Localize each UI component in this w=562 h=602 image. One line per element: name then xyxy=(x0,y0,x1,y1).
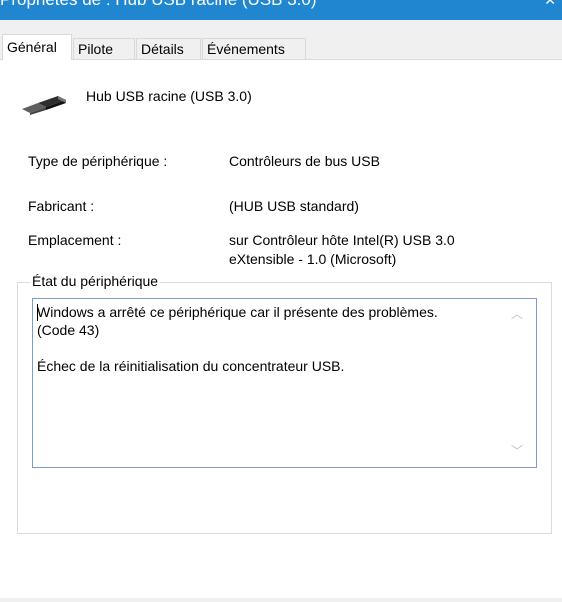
device-status-title: État du périphérique xyxy=(30,273,161,289)
tab-details[interactable]: Détails xyxy=(136,38,201,59)
tab-evenements[interactable]: Événements xyxy=(202,38,306,59)
manufacturer-value: (HUB USB standard) xyxy=(229,198,359,214)
scroll-up-icon[interactable]: ︿ xyxy=(511,305,523,322)
device-status-text[interactable]: Windows a arrêté ce périphérique car il … xyxy=(37,303,499,375)
window-title: Propriétés de : Hub USB racine (USB 3.0) xyxy=(0,0,317,10)
type-value: Contrôleurs de bus USB xyxy=(229,153,380,169)
manufacturer-label: Fabricant : xyxy=(28,198,95,214)
device-name: Hub USB racine (USB 3.0) xyxy=(86,88,252,104)
location-value-line1: sur Contrôleur hôte Intel(R) USB 3.0 xyxy=(229,232,455,248)
location-label: Emplacement : xyxy=(28,232,122,248)
tab-pilote[interactable]: Pilote xyxy=(73,38,135,59)
title-bar: Propriétés de : Hub USB racine (USB 3.0)… xyxy=(0,0,562,20)
close-icon[interactable]: ✕ xyxy=(544,0,556,9)
usb-plug-icon xyxy=(22,96,66,115)
location-value-line2: eXtensible - 1.0 (Microsoft) xyxy=(229,251,397,267)
button-area-strip xyxy=(0,598,562,602)
scroll-down-icon[interactable]: ﹀ xyxy=(511,442,523,459)
tab-general[interactable]: Général xyxy=(2,34,72,60)
device-status-textbox[interactable]: Windows a arrêté ce périphérique car il … xyxy=(32,298,537,468)
text-caret xyxy=(37,304,38,321)
type-label: Type de périphérique : xyxy=(28,153,168,169)
